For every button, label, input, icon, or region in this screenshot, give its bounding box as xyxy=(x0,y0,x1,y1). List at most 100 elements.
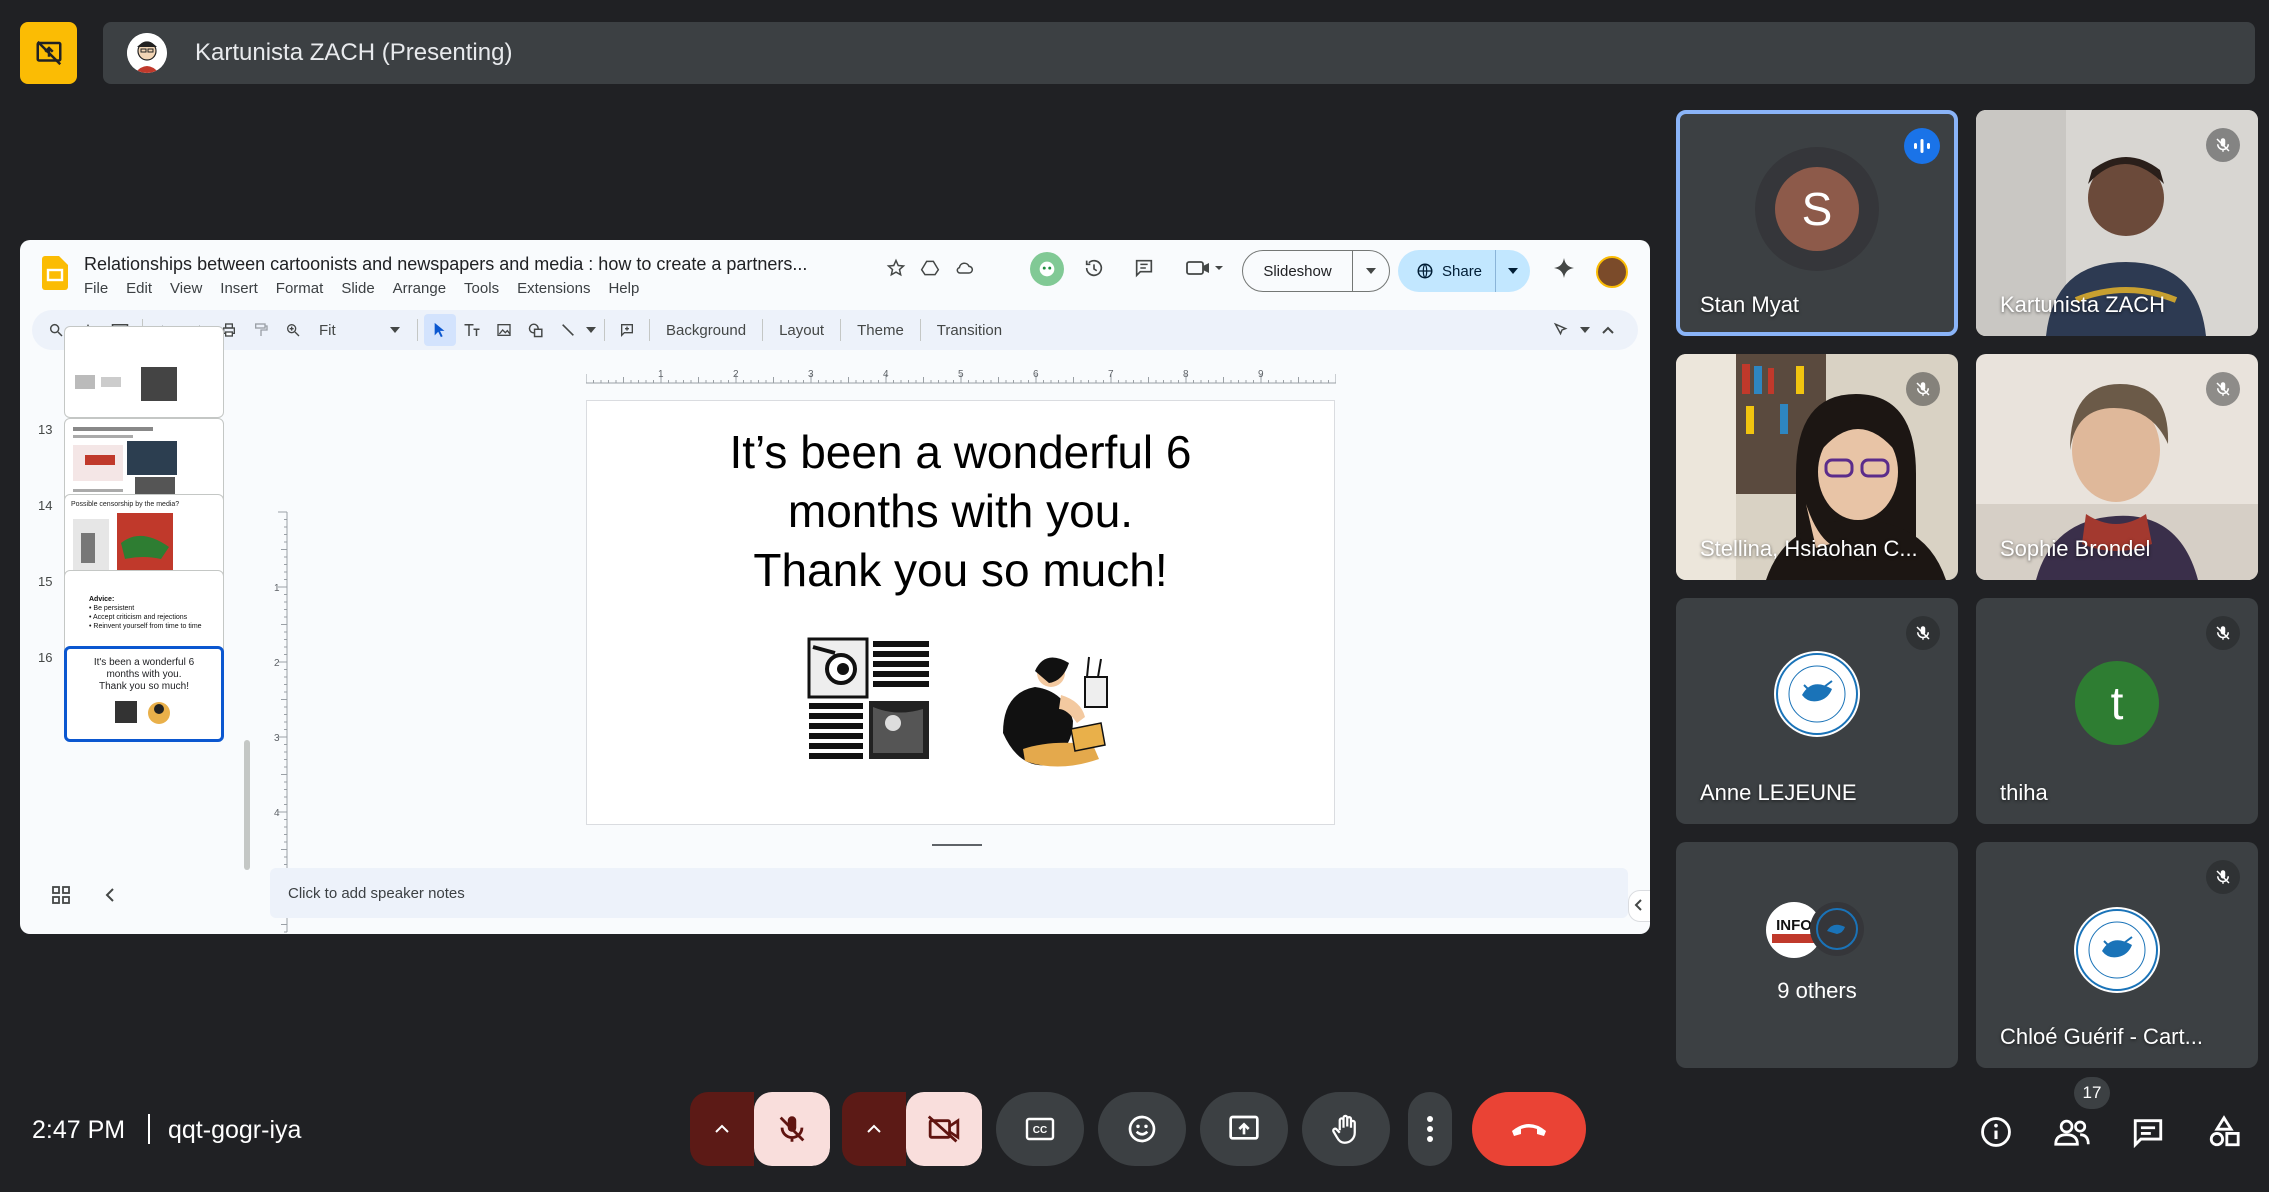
paint-format-icon[interactable] xyxy=(245,314,277,346)
version-history-icon[interactable] xyxy=(1080,254,1108,282)
raise-hand-button[interactable] xyxy=(1302,1092,1390,1166)
ruler-number: 4 xyxy=(883,369,889,380)
chat-icon xyxy=(2133,1119,2163,1148)
menu-arrange[interactable]: Arrange xyxy=(393,280,446,297)
present-now-button[interactable] xyxy=(1200,1092,1288,1166)
add-comment-icon[interactable] xyxy=(611,314,643,346)
collapse-menus-icon[interactable] xyxy=(1592,314,1624,346)
ruler-number: 9 xyxy=(1258,369,1264,380)
slide-thumbnail-16[interactable]: It's been a wonderful 6 months with you.… xyxy=(64,646,224,742)
pen-dropdown-icon[interactable] xyxy=(1578,314,1592,346)
leave-call-button[interactable] xyxy=(1472,1092,1586,1166)
zoom-select[interactable]: Fit xyxy=(309,322,379,339)
document-title[interactable]: Relationships between cartoonists and ne… xyxy=(84,254,807,275)
cloud-saved-icon[interactable] xyxy=(950,254,978,282)
current-slide[interactable]: It’s been a wonderful 6 months with you.… xyxy=(586,400,1335,825)
participant-tile[interactable]: Chloé Guérif - Cart... xyxy=(1976,842,2258,1068)
slideshow-dropdown-icon[interactable] xyxy=(1353,268,1389,274)
slide-line: months with you. xyxy=(787,485,1134,537)
captions-button[interactable]: CC xyxy=(996,1092,1084,1166)
zoom-dropdown-icon[interactable] xyxy=(379,314,411,346)
more-vert-icon xyxy=(1427,1116,1433,1142)
reactions-button[interactable] xyxy=(1098,1092,1186,1166)
theme-button[interactable]: Theme xyxy=(847,322,914,339)
participant-tile[interactable]: Sophie Brondel xyxy=(1976,354,2258,580)
line-dropdown-icon[interactable] xyxy=(584,314,598,346)
participant-tile[interactable]: t thiha xyxy=(1976,598,2258,824)
collapse-filmstrip-icon[interactable] xyxy=(104,886,116,904)
menu-tools[interactable]: Tools xyxy=(464,280,499,297)
people-button[interactable] xyxy=(2052,1112,2092,1152)
ruler-number: 5 xyxy=(958,369,964,380)
participant-count-badge: 17 xyxy=(2074,1077,2110,1109)
slide-filmstrip[interactable]: 13 14 Possible censorship by the media? … xyxy=(20,326,260,862)
slideshow-label[interactable]: Slideshow xyxy=(1243,251,1353,291)
meet-companion-icon[interactable] xyxy=(1030,252,1064,286)
menu-slide[interactable]: Slide xyxy=(341,280,374,297)
comments-icon[interactable] xyxy=(1130,254,1158,282)
filmstrip-scrollbar[interactable] xyxy=(244,740,250,870)
meeting-code[interactable]: qqt-gogr-iya xyxy=(168,1116,301,1145)
presenter-avatar xyxy=(127,33,167,73)
gemini-spark-icon[interactable] xyxy=(1550,254,1578,282)
menu-view[interactable]: View xyxy=(170,280,202,297)
text-box-icon[interactable] xyxy=(456,314,488,346)
speaker-notes[interactable]: Click to add speaker notes xyxy=(270,868,1628,918)
participant-name: Sophie Brondel xyxy=(2000,536,2151,561)
others-count-label: 9 others xyxy=(1777,978,1857,1003)
move-to-drive-icon[interactable] xyxy=(916,254,944,282)
activities-button[interactable] xyxy=(2204,1112,2244,1152)
video-options-button[interactable] xyxy=(842,1092,906,1166)
participant-tile[interactable]: Stellina, Hsiaohan C... xyxy=(1676,354,1958,580)
transition-button[interactable]: Transition xyxy=(927,322,1012,339)
meeting-details-button[interactable] xyxy=(1976,1112,2016,1152)
insert-image-icon[interactable] xyxy=(488,314,520,346)
presentation-icon-button[interactable] xyxy=(20,22,77,84)
shape-icon[interactable] xyxy=(520,314,552,346)
others-tile[interactable]: INFO 9 others xyxy=(1676,842,1958,1068)
menu-format[interactable]: Format xyxy=(276,280,324,297)
svg-text:INFO: INFO xyxy=(1776,917,1812,934)
select-cursor-icon[interactable] xyxy=(424,314,456,346)
audio-options-button[interactable] xyxy=(690,1092,754,1166)
menu-file[interactable]: File xyxy=(84,280,108,297)
participant-tile[interactable]: S Stan Myat xyxy=(1676,110,1958,336)
unmute-button[interactable] xyxy=(754,1092,830,1166)
info-icon xyxy=(1981,1117,2011,1147)
user-avatar[interactable] xyxy=(1596,256,1628,288)
slideshow-button[interactable]: Slideshow xyxy=(1242,250,1390,292)
chevron-up-icon xyxy=(867,1124,881,1133)
menu-edit[interactable]: Edit xyxy=(126,280,152,297)
side-panel-toggle[interactable] xyxy=(1628,890,1650,922)
video-off-icon xyxy=(927,1115,960,1143)
notes-resize-handle[interactable] xyxy=(932,844,982,846)
grid-view-icon[interactable] xyxy=(52,886,70,904)
avatar: t xyxy=(2075,661,2159,745)
background-button[interactable]: Background xyxy=(656,322,756,339)
menu-extensions[interactable]: Extensions xyxy=(517,280,590,297)
more-options-button[interactable] xyxy=(1408,1092,1452,1166)
menu-help[interactable]: Help xyxy=(608,280,639,297)
ruler-number: 1 xyxy=(274,583,280,594)
share-button[interactable]: Share xyxy=(1398,250,1530,292)
star-icon[interactable] xyxy=(882,254,910,282)
chat-button[interactable] xyxy=(2128,1112,2168,1152)
share-dropdown-icon[interactable] xyxy=(1496,268,1530,274)
microphone-control xyxy=(690,1092,830,1166)
turn-on-camera-button[interactable] xyxy=(906,1092,982,1166)
slide-title-text[interactable]: It’s been a wonderful 6 months with you.… xyxy=(587,423,1334,600)
line-icon[interactable] xyxy=(552,314,584,346)
slide-thumbnail-12[interactable] xyxy=(64,326,224,418)
menu-insert[interactable]: Insert xyxy=(220,280,258,297)
closed-captions-icon: CC xyxy=(1025,1117,1055,1141)
participant-tile[interactable]: Kartunista ZACH xyxy=(1976,110,2258,336)
thumbnail-line: Advice: xyxy=(89,596,115,603)
layout-button[interactable]: Layout xyxy=(769,322,834,339)
zoom-icon[interactable] xyxy=(277,314,309,346)
ruler-number: 2 xyxy=(274,658,280,669)
meet-present-icon[interactable] xyxy=(1180,254,1230,282)
slide-number: 16 xyxy=(38,650,53,665)
presenter-name: Kartunista ZACH (Presenting) xyxy=(195,39,513,66)
pen-tool-icon[interactable] xyxy=(1546,314,1578,346)
participant-tile[interactable]: Anne LEJEUNE xyxy=(1676,598,1958,824)
